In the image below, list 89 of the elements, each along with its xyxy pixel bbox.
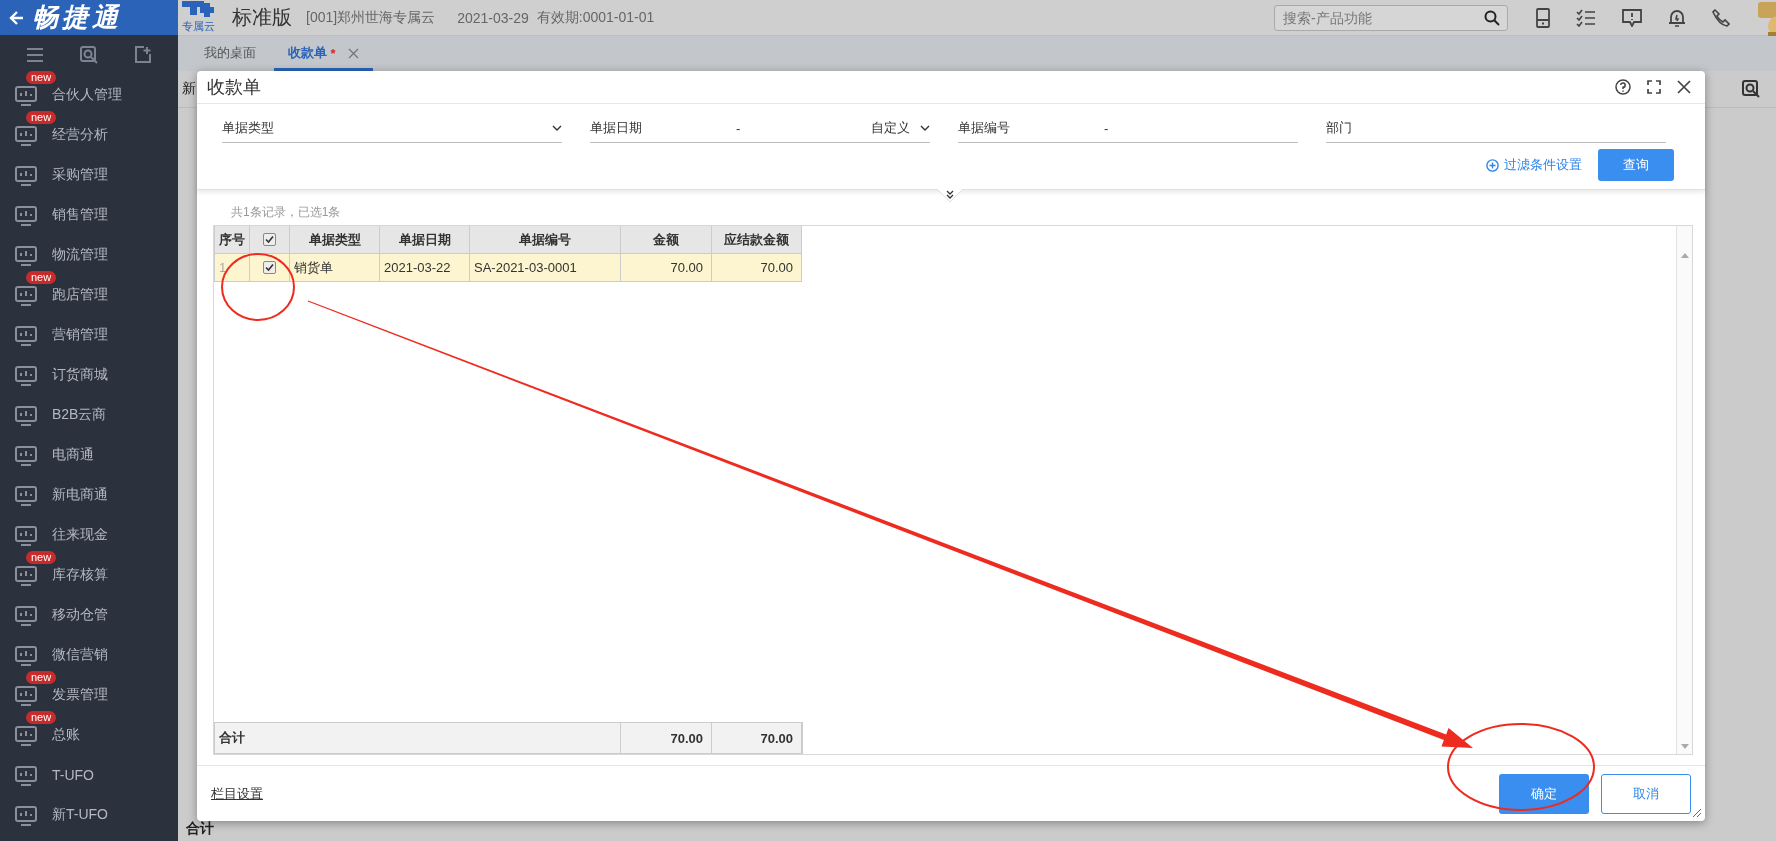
edition-label: 标准版 [232, 5, 292, 30]
add-circle-icon [1486, 158, 1499, 172]
app-logo: 畅捷通 [32, 1, 122, 34]
module-icon [15, 244, 37, 266]
total-label: 合计 [186, 820, 214, 838]
table-cell: 70.00 [621, 254, 712, 282]
toolbar-button[interactable]: 新 [182, 80, 196, 98]
total-label: 合计 [215, 723, 621, 753]
record-summary: 共1条记录，已选1条 [231, 204, 341, 221]
new-badge: new [26, 271, 57, 284]
sidebar-item[interactable]: 订货商城 [0, 355, 178, 395]
module-icon [15, 164, 37, 186]
module-icon [15, 404, 37, 426]
module-icon [15, 564, 37, 586]
module-icon [15, 484, 37, 506]
mobile-icon[interactable] [1536, 7, 1550, 28]
close-icon[interactable] [1677, 80, 1691, 94]
new-badge: new [26, 551, 57, 564]
login-date: 2021-03-29 [457, 9, 529, 26]
sidebar-item[interactable]: 新T-UFO [0, 795, 178, 835]
module-icon [15, 124, 37, 146]
row-checkbox[interactable] [263, 261, 276, 274]
module-icon [15, 644, 37, 666]
resize-grip-icon[interactable] [1692, 808, 1702, 818]
module-icon [15, 364, 37, 386]
search-icon[interactable] [1742, 80, 1760, 98]
filter-field[interactable]: 单据编号 - [958, 114, 1298, 143]
select-all-checkbox[interactable] [263, 233, 276, 246]
row-number: 1 [215, 254, 250, 282]
new-badge: new [26, 71, 57, 84]
total-cell: 70.00 [712, 723, 802, 753]
table-cell: SA-2021-03-0001 [470, 254, 621, 282]
fullscreen-icon[interactable] [1647, 80, 1661, 94]
filter-settings-link[interactable]: 过滤条件设置 [1486, 156, 1582, 174]
module-icon [15, 604, 37, 626]
column-header: 金额 [621, 226, 712, 254]
product-label: 专属云 [182, 19, 215, 34]
chevron-down-icon [920, 125, 930, 131]
dialog-title: 收款单 [207, 76, 261, 99]
validity-text: 有效期:0001-01-01 [536, 8, 655, 27]
filter-field[interactable]: 部门 [1326, 114, 1666, 143]
sidebar-item[interactable]: 电商通 [0, 435, 178, 475]
module-icon [15, 284, 37, 306]
checklist-icon[interactable] [1576, 8, 1596, 27]
column-header: 应结款金额 [712, 226, 802, 254]
help-icon[interactable] [1615, 79, 1631, 95]
module-icon [15, 724, 37, 746]
sidebar-item[interactable]: 销售管理 [0, 195, 178, 235]
collapse-icon[interactable] [937, 189, 963, 203]
back-arrow-icon[interactable] [8, 9, 24, 26]
new-badge: new [26, 671, 57, 684]
sidebar-item[interactable]: 采购管理 [0, 155, 178, 195]
table-cell: 销货单 [290, 254, 380, 282]
phone-icon[interactable] [1712, 8, 1730, 27]
module-icon [15, 764, 37, 786]
column-header: 单据类型 [290, 226, 380, 254]
column-header: 序号 [215, 226, 250, 254]
column-settings-link[interactable]: 栏目设置 [211, 784, 263, 803]
total-cell: 70.00 [621, 723, 712, 753]
sidebar-item[interactable]: 新电商通 [0, 475, 178, 515]
table-cell: 2021-03-22 [380, 254, 470, 282]
module-icon [15, 444, 37, 466]
module-icon [15, 684, 37, 706]
table-cell: 70.00 [712, 254, 802, 282]
new-badge: new [26, 111, 57, 124]
sidebar-item[interactable]: B2B云商 [0, 395, 178, 435]
chevron-down-icon [552, 125, 562, 131]
sidebar-item[interactable]: 营销管理 [0, 315, 178, 355]
module-icon [15, 84, 37, 106]
search-field[interactable]: 搜索-产品功能 [1274, 4, 1508, 31]
chat-icon[interactable] [1622, 8, 1642, 27]
bell-icon[interactable] [1668, 7, 1686, 28]
new-badge: new [26, 711, 57, 724]
sidebar-item[interactable]: T-UFO [0, 755, 178, 795]
company-name: [001]郑州世海专属云 [306, 8, 436, 27]
column-header: 单据日期 [380, 226, 470, 254]
column-header: 单据编号 [470, 226, 621, 254]
add-icon[interactable] [134, 46, 152, 64]
menu-icon[interactable] [26, 47, 44, 63]
search-icon[interactable] [1484, 9, 1500, 26]
filter-field[interactable]: 单据类型 [222, 114, 562, 143]
cancel-button[interactable]: 取消 [1601, 773, 1691, 814]
module-icon [15, 204, 37, 226]
filter-field[interactable]: 单据日期 - 自定义 [590, 114, 930, 143]
module-icon [15, 804, 37, 826]
module-icon [15, 324, 37, 346]
module-icon [15, 524, 37, 546]
tab[interactable]: 我的桌面 [190, 44, 270, 71]
sidebar-item[interactable]: 移动仓管 [0, 595, 178, 635]
